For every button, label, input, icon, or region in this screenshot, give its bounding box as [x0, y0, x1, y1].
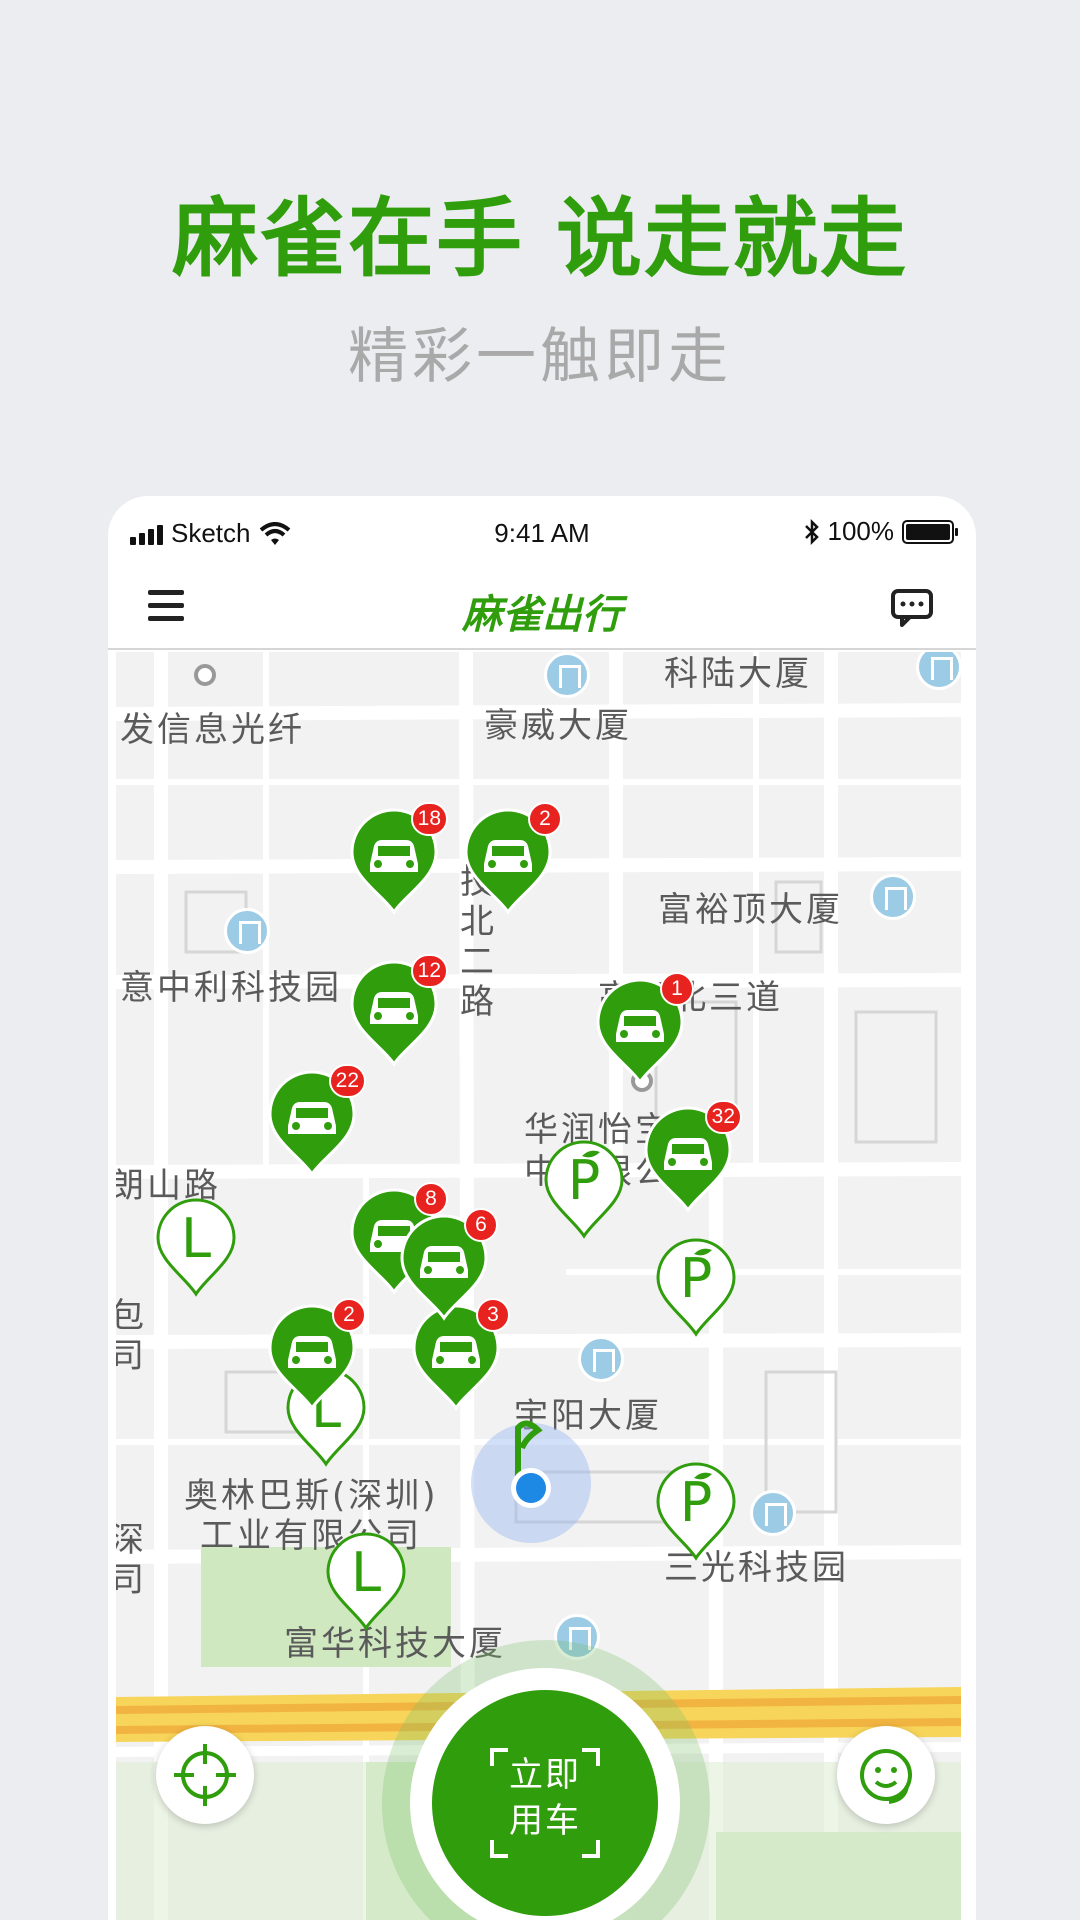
parking-pin[interactable]: P [654, 1238, 738, 1338]
parking-letter: P [679, 1471, 713, 1534]
car-count-badge: 18 [410, 802, 448, 836]
parking-letter: P [567, 1149, 601, 1212]
place-dot-icon [194, 664, 216, 686]
rent-now-button[interactable]: 立即 用车 [410, 1668, 680, 1920]
promo-title: 麻雀在手 说走就走 [172, 189, 908, 289]
building-poi-icon [578, 1336, 624, 1382]
map-label: 科陆大厦 [664, 654, 812, 694]
locate-icon [174, 1744, 236, 1806]
map-label: 司 [116, 1336, 147, 1376]
locate-button[interactable] [156, 1726, 254, 1824]
map-label: 富裕顶大厦 [658, 890, 843, 930]
phone-screen: Sketch 9:41 AM 100% 麻雀出行 科陆大厦 发信息光纤 豪威大厦… [108, 496, 976, 1920]
rent-now-line-2: 用车 [509, 1801, 581, 1841]
customer-service-button[interactable] [837, 1726, 935, 1824]
customer-service-icon [860, 1749, 912, 1804]
rent-now-inner: 立即 用车 [432, 1690, 658, 1916]
car-cluster-pin[interactable]: 12 [348, 954, 448, 1068]
car-count-badge: 12 [410, 954, 448, 988]
building-poi-icon [544, 652, 590, 698]
rent-now-label: 立即 用车 [432, 1752, 658, 1844]
map-label: 司 [116, 1560, 147, 1600]
car-count-badge: 2 [528, 802, 562, 836]
map-label: 意中利科技园 [120, 968, 342, 1008]
status-bar: Sketch 9:41 AM 100% [108, 496, 976, 566]
parking-pin[interactable]: P [654, 1462, 738, 1562]
car-count-badge: 6 [464, 1208, 498, 1242]
map-label: 发信息光纤 [120, 710, 305, 750]
station-letter: L [180, 1207, 212, 1270]
car-count-badge: 8 [414, 1182, 448, 1216]
bluetooth-icon [804, 518, 819, 545]
parking-pin[interactable]: P [542, 1140, 626, 1240]
car-cluster-pin[interactable]: 1 [594, 972, 694, 1086]
promo-subtitle: 精彩一触即走 [348, 322, 732, 392]
message-icon[interactable] [890, 588, 934, 628]
car-count-badge: 1 [660, 972, 694, 1006]
battery-percent: 100% [827, 516, 895, 546]
map-view[interactable]: 科陆大厦 发信息光纤 豪威大厦 富裕顶大厦 意中利科技园 高新北三道 华润怡宝饮… [116, 652, 961, 1920]
car-count-badge: 2 [332, 1298, 366, 1332]
car-count-badge: 22 [328, 1064, 366, 1098]
map-label: 豪威大厦 [484, 706, 632, 746]
car-cluster-pin[interactable]: 22 [266, 1064, 366, 1178]
user-location-marker [456, 1408, 606, 1558]
car-cluster-pin[interactable]: 32 [642, 1100, 742, 1214]
car-count-badge: 32 [704, 1100, 742, 1134]
nav-bar: 麻雀出行 [108, 566, 976, 650]
building-poi-icon [224, 908, 270, 954]
station-letter: L [350, 1541, 382, 1604]
station-pin[interactable]: L [154, 1198, 238, 1298]
station-pin[interactable]: L [324, 1532, 408, 1632]
building-poi-icon [870, 874, 916, 920]
car-cluster-pin[interactable]: 18 [348, 802, 448, 916]
car-cluster-pin[interactable]: 2 [462, 802, 562, 916]
rent-now-line-1: 立即 [509, 1755, 581, 1795]
battery-icon [902, 519, 958, 544]
car-cluster-pin[interactable]: 2 [266, 1298, 366, 1412]
car-cluster-pin[interactable]: 6 [398, 1208, 498, 1322]
building-poi-icon [750, 1490, 796, 1536]
brand-logo: 麻雀出行 [462, 592, 622, 638]
parking-letter: P [679, 1247, 713, 1310]
